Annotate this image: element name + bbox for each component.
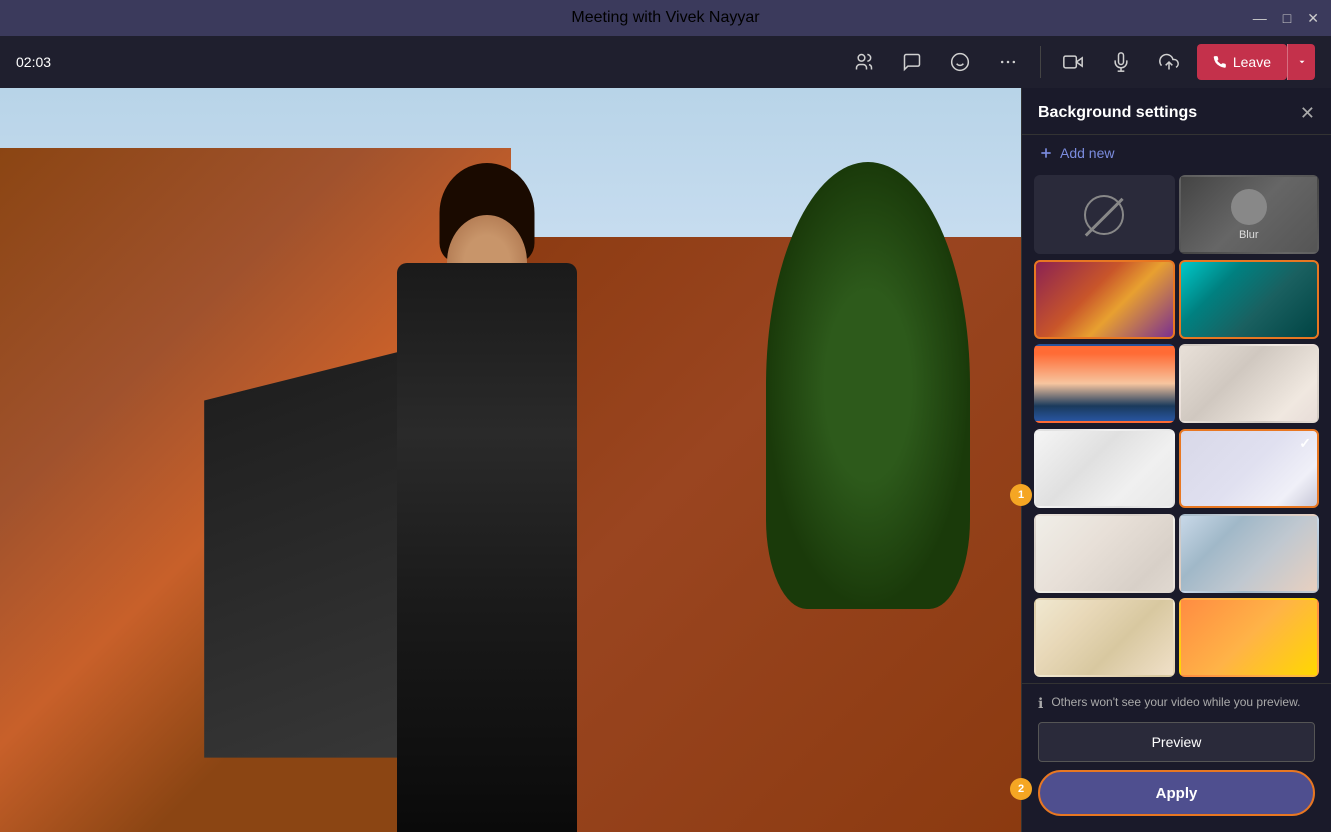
meeting-timer: 02:03 xyxy=(16,54,51,70)
background-item-8[interactable] xyxy=(1179,514,1320,593)
blur-label: Blur xyxy=(1239,229,1259,241)
background-item-10[interactable] xyxy=(1179,598,1320,677)
background-none[interactable] xyxy=(1034,175,1175,254)
minimize-button[interactable]: — xyxy=(1253,11,1267,25)
panel-header: Background settings ✕ xyxy=(1022,88,1331,135)
chat-button[interactable] xyxy=(892,42,932,82)
callout-badge-2: 2 xyxy=(1010,778,1032,800)
info-icon: ℹ xyxy=(1038,695,1043,712)
mic-button[interactable] xyxy=(1101,42,1141,82)
titlebar-title: Meeting with Vivek Nayyar xyxy=(571,9,759,27)
background-item-5[interactable] xyxy=(1034,429,1175,508)
leave-button[interactable]: Leave xyxy=(1197,44,1287,80)
background-item-1[interactable] xyxy=(1034,260,1175,339)
background-grid: Blur xyxy=(1022,171,1331,683)
background-item-4[interactable] xyxy=(1179,344,1320,423)
blur-avatar xyxy=(1231,189,1267,225)
preview-button[interactable]: Preview xyxy=(1038,722,1315,762)
camera-button[interactable] xyxy=(1053,42,1093,82)
reactions-button[interactable] xyxy=(940,42,980,82)
panel-close-button[interactable]: ✕ xyxy=(1300,104,1315,122)
info-row: ℹ Others won't see your video while you … xyxy=(1038,694,1315,712)
none-icon xyxy=(1084,195,1124,235)
background-item-3[interactable] xyxy=(1034,344,1175,423)
header-divider xyxy=(1040,46,1041,78)
apply-button[interactable]: Apply xyxy=(1038,770,1315,816)
panel-title: Background settings xyxy=(1038,104,1197,122)
close-window-button[interactable]: ✕ xyxy=(1307,11,1319,25)
more-options-button[interactable] xyxy=(988,42,1028,82)
add-new-button[interactable]: Add new xyxy=(1022,135,1331,171)
callout-badge-1: 1 xyxy=(1010,484,1032,506)
participants-button[interactable] xyxy=(844,42,884,82)
video-area xyxy=(0,88,1021,832)
maximize-button[interactable]: □ xyxy=(1283,11,1291,25)
leave-button-group: Leave xyxy=(1197,44,1315,80)
share-button[interactable] xyxy=(1149,42,1189,82)
background-settings-panel: Background settings ✕ Add new Blur xyxy=(1021,88,1331,832)
info-text: Others won't see your video while you pr… xyxy=(1051,694,1300,711)
main-content: 1 2 Background settings ✕ Add new Blur xyxy=(0,88,1331,832)
header-controls: Leave xyxy=(844,42,1315,82)
background-item-7[interactable] xyxy=(1034,514,1175,593)
background-blur[interactable]: Blur xyxy=(1179,175,1320,254)
leave-label: Leave xyxy=(1233,54,1271,70)
titlebar: Meeting with Vivek Nayyar — □ ✕ xyxy=(0,0,1331,36)
person-overlay xyxy=(357,162,617,832)
leave-dropdown-button[interactable] xyxy=(1287,44,1315,80)
background-item-2[interactable] xyxy=(1179,260,1320,339)
background-item-9[interactable] xyxy=(1034,598,1175,677)
header-bar: 02:03 xyxy=(0,36,1331,88)
titlebar-controls: — □ ✕ xyxy=(1253,11,1319,25)
panel-footer: ℹ Others won't see your video while you … xyxy=(1022,683,1331,832)
background-item-6[interactable] xyxy=(1179,429,1320,508)
